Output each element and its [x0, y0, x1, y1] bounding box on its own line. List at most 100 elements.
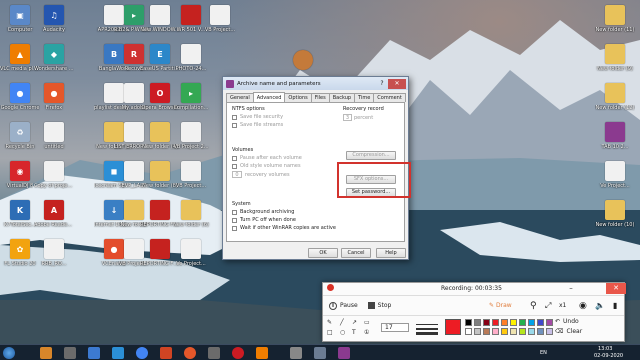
color-swatch[interactable]: [546, 328, 553, 335]
arrows-icon[interactable]: ⤢: [545, 301, 551, 311]
desktop-icon[interactable]: VB Project 2...: [171, 122, 211, 150]
desktop-icon[interactable]: PHOTO-24...: [171, 44, 211, 72]
color-swatch[interactable]: [537, 319, 544, 326]
volume-icon[interactable]: 🔈: [595, 301, 605, 310]
taskbar-word-icon[interactable]: [112, 347, 124, 359]
color-swatch[interactable]: [465, 319, 472, 326]
font-size-select[interactable]: 17: [381, 323, 409, 332]
taskbar-app-icon[interactable]: [64, 347, 76, 359]
color-swatch[interactable]: [510, 328, 517, 335]
ok-button[interactable]: OK: [308, 248, 338, 258]
color-swatch[interactable]: [474, 328, 481, 335]
thick-line-icon[interactable]: [416, 332, 438, 335]
color-swatch[interactable]: [519, 328, 526, 335]
highlighter-tool-icon[interactable]: ▭: [364, 319, 370, 326]
turn-pc-off-checkbox[interactable]: Turn PC off when done: [232, 217, 362, 223]
taskbar-explorer-icon[interactable]: [40, 347, 52, 359]
tab-advanced[interactable]: Advanced: [252, 92, 286, 102]
recovery-percent-input[interactable]: 3: [343, 114, 352, 121]
save-file-security-checkbox[interactable]: Save file security: [232, 114, 332, 120]
color-swatch[interactable]: [528, 328, 535, 335]
taskbar-media-icon[interactable]: [88, 347, 100, 359]
desktop-icon[interactable]: Copy of project...: [34, 161, 74, 189]
clock-time[interactable]: 13:03: [598, 346, 612, 352]
desktop-icon[interactable]: VB Project...: [171, 161, 211, 189]
taskbar-firefox-icon[interactable]: [184, 347, 196, 359]
desktop-icon[interactable]: TAB 10 2...: [595, 122, 635, 150]
clock-date[interactable]: 02-09-2020: [594, 353, 623, 359]
desktop-icon[interactable]: New folder (10): [595, 200, 635, 228]
desktop-icon[interactable]: New folder (11): [595, 5, 635, 33]
old-style-names-checkbox[interactable]: Old style volume names: [232, 163, 332, 169]
background-archiving-checkbox[interactable]: Background archiving: [232, 209, 362, 215]
color-swatch[interactable]: [501, 328, 508, 335]
taskbar-opera-icon[interactable]: [232, 347, 244, 359]
webcam-icon[interactable]: ◉: [579, 301, 587, 311]
taskbar-app2-icon[interactable]: [208, 347, 220, 359]
taskbar-powerpoint-icon[interactable]: [160, 347, 172, 359]
recorder-header[interactable]: Recording: 00:03:35 – ✕: [323, 283, 626, 295]
pen-tool-icon[interactable]: ✎: [327, 319, 332, 326]
start-button[interactable]: [3, 347, 15, 359]
color-swatch[interactable]: [546, 319, 553, 326]
compression-button[interactable]: Compression...: [346, 151, 396, 160]
dialog-titlebar[interactable]: Archive name and parameters ? ✕: [223, 77, 408, 90]
ellipse-tool-icon[interactable]: ○: [340, 329, 345, 336]
color-swatch[interactable]: [519, 319, 526, 326]
taskbar-vlc-icon[interactable]: [256, 347, 268, 359]
desktop-icon[interactable]: ♫ Audacity: [34, 5, 74, 33]
selected-color[interactable]: [445, 319, 461, 335]
color-swatch[interactable]: [465, 328, 472, 335]
draw-button[interactable]: ✎ Draw: [489, 302, 512, 309]
rect-tool-icon[interactable]: □: [327, 329, 333, 336]
save-file-streams-checkbox[interactable]: Save file streams: [232, 122, 332, 128]
taskbar-settings-icon[interactable]: [314, 347, 326, 359]
close-button[interactable]: ✕: [388, 78, 406, 89]
cancel-button[interactable]: Cancel: [341, 248, 371, 258]
recovery-volumes-input[interactable]: 0: [232, 171, 242, 178]
tab-files[interactable]: Files: [310, 93, 330, 102]
thin-line-icon[interactable]: [416, 324, 438, 325]
desktop-icon[interactable]: A Adobe Reader X: [34, 200, 74, 228]
help-icon[interactable]: ?: [376, 80, 388, 87]
pause-button[interactable]: II Pause: [329, 301, 358, 310]
desktop-icon[interactable]: New folder (6): [171, 200, 211, 228]
close-icon[interactable]: ✕: [606, 283, 626, 294]
clear-button[interactable]: ⌫ Clear: [555, 328, 582, 335]
color-swatch[interactable]: [492, 328, 499, 335]
desktop-icon[interactable]: ● Firefox: [34, 83, 74, 111]
arrow-tool-icon[interactable]: ↗: [352, 319, 357, 326]
taskbar-chrome-icon[interactable]: [136, 347, 148, 359]
color-swatch[interactable]: [483, 328, 490, 335]
tab-backup[interactable]: Backup: [328, 93, 356, 102]
color-swatch[interactable]: [474, 319, 481, 326]
help-button[interactable]: Help: [376, 248, 406, 258]
desktop-icon[interactable]: RRB_RO...: [34, 239, 74, 267]
color-swatch[interactable]: [537, 328, 544, 335]
medium-line-icon[interactable]: [416, 328, 438, 330]
taskbar-winrar-icon[interactable]: [338, 347, 350, 359]
color-swatch[interactable]: [501, 319, 508, 326]
tab-options[interactable]: Options: [284, 93, 312, 102]
color-swatch[interactable]: [483, 319, 490, 326]
color-swatch[interactable]: [492, 319, 499, 326]
zoom-icon[interactable]: ⚲: [530, 301, 537, 311]
desktop-icon[interactable]: ◆ Wondershare Filmora9: [34, 44, 74, 72]
tab-comment[interactable]: Comment: [373, 93, 406, 102]
wait-other-copies-checkbox[interactable]: Wait if other WinRAR copies are active: [232, 225, 362, 231]
desktop-icon[interactable]: ▸ Compilation...: [171, 83, 211, 111]
tab-general[interactable]: General: [226, 93, 254, 102]
pause-after-volume-checkbox[interactable]: Pause after each volume: [232, 155, 332, 161]
desktop-icon[interactable]: Ve Project...: [171, 239, 211, 267]
text-tool-icon[interactable]: T: [352, 329, 356, 336]
stop-button[interactable]: Stop: [367, 302, 391, 309]
color-swatch[interactable]: [528, 319, 535, 326]
desktop-icon[interactable]: Ve Project...: [595, 161, 635, 189]
mic-icon[interactable]: ▮: [613, 301, 617, 310]
desktop-icon[interactable]: untitled: [34, 122, 74, 150]
desktop-icon[interactable]: VB Project...: [200, 5, 240, 33]
minimize-icon[interactable]: –: [561, 283, 581, 294]
taskbar-recorder-icon[interactable]: [290, 347, 302, 359]
tab-time[interactable]: Time: [354, 93, 375, 102]
desktop-icon[interactable]: New folder (12): [595, 83, 635, 111]
